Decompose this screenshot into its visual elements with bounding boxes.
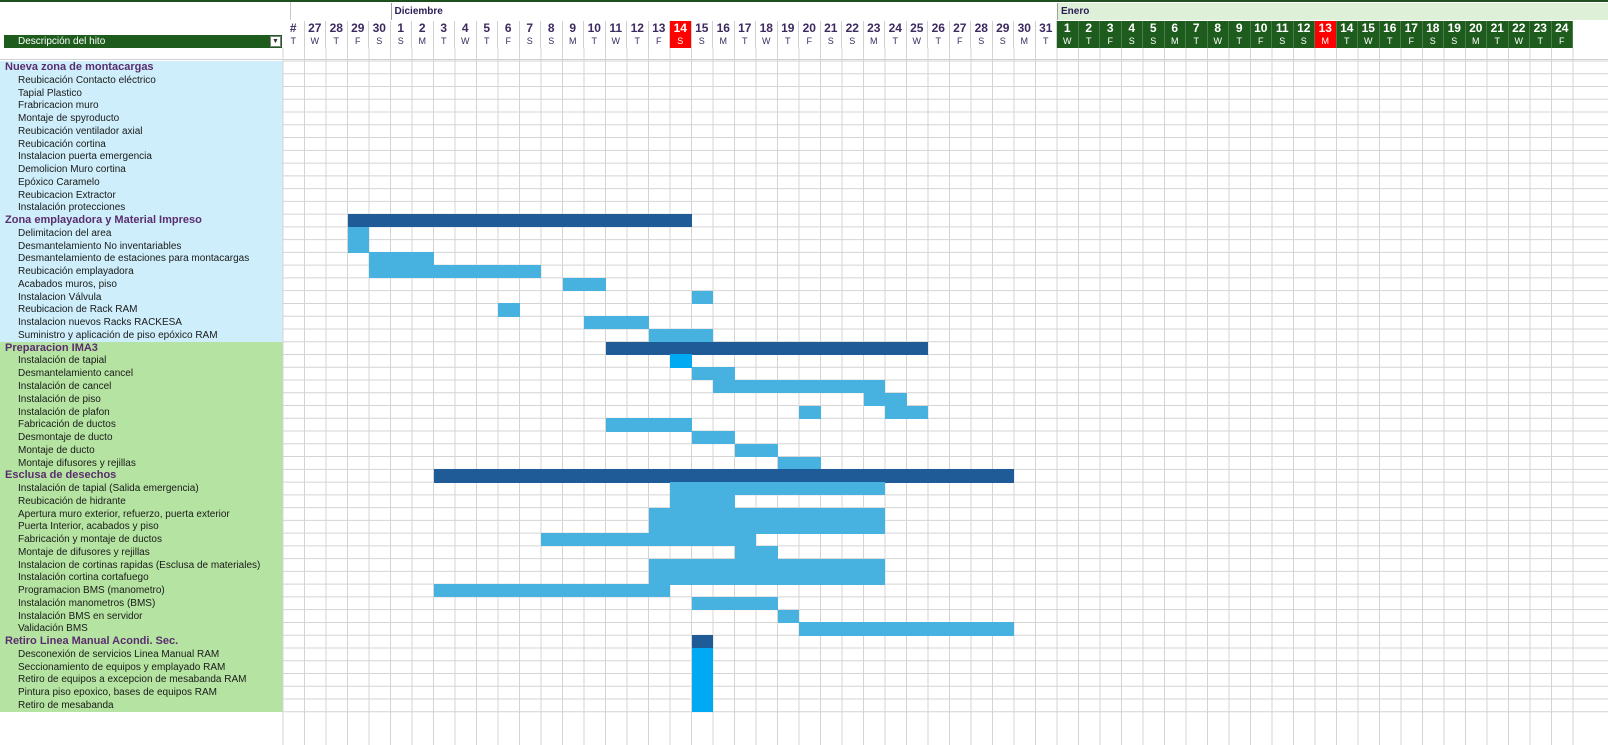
task-bar[interactable] <box>691 699 713 713</box>
task-bar[interactable] <box>605 418 692 432</box>
task-bar[interactable] <box>498 303 520 317</box>
summary-bar[interactable] <box>691 635 713 649</box>
summary-bar[interactable] <box>433 469 1014 483</box>
task-bar[interactable] <box>777 609 799 623</box>
task-bar[interactable] <box>863 392 907 406</box>
task-bar[interactable] <box>691 647 713 662</box>
task-bar[interactable] <box>691 431 735 445</box>
task-bar[interactable] <box>369 252 434 266</box>
task-bar[interactable] <box>648 328 713 343</box>
task-bar[interactable] <box>648 507 885 521</box>
task-bar[interactable] <box>670 482 885 496</box>
task-bar[interactable] <box>648 520 885 534</box>
task-bar[interactable] <box>691 290 713 304</box>
task-bar[interactable] <box>799 622 1014 636</box>
task-bar[interactable] <box>799 405 821 419</box>
task-bar[interactable] <box>885 405 928 419</box>
task-bar[interactable] <box>433 584 670 598</box>
task-bar[interactable] <box>584 316 649 330</box>
task-bar[interactable] <box>734 443 778 458</box>
task-bar[interactable] <box>347 239 369 253</box>
task-bar[interactable] <box>670 354 692 368</box>
task-bar[interactable] <box>670 494 735 509</box>
task-bar[interactable] <box>691 673 713 687</box>
task-bar[interactable] <box>691 686 713 700</box>
task-bar[interactable] <box>713 380 885 394</box>
summary-bar[interactable] <box>605 341 928 355</box>
task-bar[interactable] <box>777 456 821 470</box>
task-bar[interactable] <box>541 533 756 547</box>
summary-bar[interactable] <box>347 214 692 228</box>
task-bar[interactable] <box>347 226 369 241</box>
task-bar[interactable] <box>691 660 713 674</box>
task-bar[interactable] <box>691 596 778 611</box>
task-bar[interactable] <box>562 277 606 292</box>
task-bar[interactable] <box>734 545 778 560</box>
task-bar[interactable] <box>648 571 885 585</box>
gantt-sheet: Diciembre Enero # T 27 W 28 T 29 F 30 S 1 S 2 M 3 T 4 W 5 T 6… <box>0 0 1608 745</box>
task-bar[interactable] <box>648 558 885 572</box>
task-bar[interactable] <box>369 265 541 279</box>
task-bar[interactable] <box>691 367 735 381</box>
